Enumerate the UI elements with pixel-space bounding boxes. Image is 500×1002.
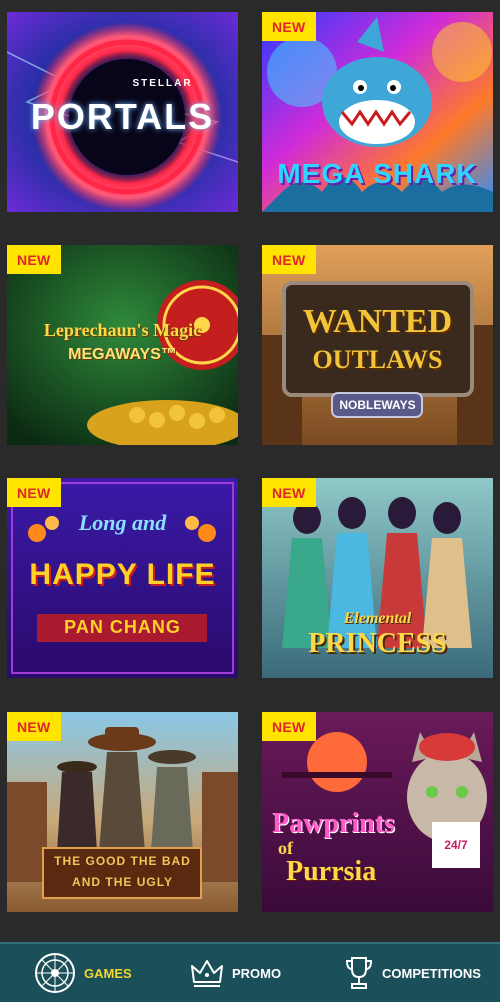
new-badge: NEW bbox=[262, 712, 316, 741]
game-title-line1: Long and bbox=[78, 510, 167, 535]
game-title-line3: PAN CHANG bbox=[64, 617, 181, 637]
nav-promo-button[interactable]: PROMO bbox=[190, 944, 281, 1002]
roulette-wheel-icon bbox=[35, 953, 75, 993]
game-title-line1: Pawprints bbox=[272, 808, 395, 839]
nav-competitions-button[interactable]: COMPETITIONS bbox=[344, 944, 481, 1002]
game-title-line2: MEGAWAYS™ bbox=[68, 346, 177, 363]
new-badge: NEW bbox=[262, 245, 316, 274]
game-tile-wanted-outlaws[interactable]: WANTED OUTLAWS NOBLEWAYS NEW bbox=[262, 245, 493, 445]
game-title-line2: HAPPY LIFE bbox=[29, 558, 216, 591]
game-title-line2: AND THE UGLY bbox=[72, 875, 173, 889]
new-badge: NEW bbox=[7, 478, 61, 507]
game-tile-long-and-happy-life[interactable]: Long and HAPPY LIFE PAN CHANG NEW bbox=[7, 478, 238, 678]
game-tile-leprechauns-magic[interactable]: Leprechaun's Magic MEGAWAYS™ NEW bbox=[7, 245, 238, 445]
crown-icon bbox=[191, 960, 223, 987]
game-title-line2: OUTLAWS bbox=[312, 345, 443, 374]
game-tile-mega-shark[interactable]: MEGA SHARK NEW bbox=[262, 12, 493, 212]
game-title-line3: NOBLEWAYS bbox=[339, 398, 416, 412]
game-title-line1: Elemental bbox=[343, 610, 412, 627]
game-tile-elemental-princess[interactable]: Elemental PRINCESS NEW bbox=[262, 478, 493, 678]
game-title-line1: THE GOOD THE BAD bbox=[54, 854, 191, 868]
trophy-icon bbox=[345, 957, 373, 989]
nav-promo-label: PROMO bbox=[232, 965, 282, 981]
nav-games-button[interactable]: GAMES bbox=[34, 944, 132, 1002]
game-title-line1: STELLAR bbox=[132, 78, 193, 89]
game-title: MEGA SHARK bbox=[277, 158, 478, 189]
bottom-nav: GAMES PROMO COMPETITIONS bbox=[0, 942, 500, 1002]
game-title-line1: Leprechaun's Magic bbox=[43, 320, 202, 340]
24-7-tag: 24/7 bbox=[444, 838, 468, 852]
game-title-line2: PORTALS bbox=[30, 96, 215, 137]
new-badge: NEW bbox=[7, 712, 61, 741]
nav-games-label: GAMES bbox=[84, 965, 132, 981]
new-badge: NEW bbox=[262, 12, 316, 41]
game-grid: STELLAR PORTALS MEGA SHARK NEW Leprechau… bbox=[0, 0, 500, 940]
nav-competitions-label: COMPETITIONS bbox=[382, 965, 481, 981]
game-title-line2: PRINCESS bbox=[308, 628, 447, 659]
game-tile-pawprints-of-purrsia[interactable]: Pawprints of Purrsia 24/7 NEW bbox=[262, 712, 493, 912]
game-title-line1: WANTED bbox=[302, 303, 453, 340]
new-badge: NEW bbox=[262, 478, 316, 507]
game-tile-stellar-portals[interactable]: STELLAR PORTALS bbox=[7, 12, 238, 212]
game-title-line3: Purrsia bbox=[286, 856, 377, 887]
game-tile-good-bad-ugly[interactable]: THE GOOD THE BAD AND THE UGLY NEW bbox=[7, 712, 238, 912]
leprechauns-magic-artwork bbox=[7, 245, 238, 445]
new-badge: NEW bbox=[7, 245, 61, 274]
